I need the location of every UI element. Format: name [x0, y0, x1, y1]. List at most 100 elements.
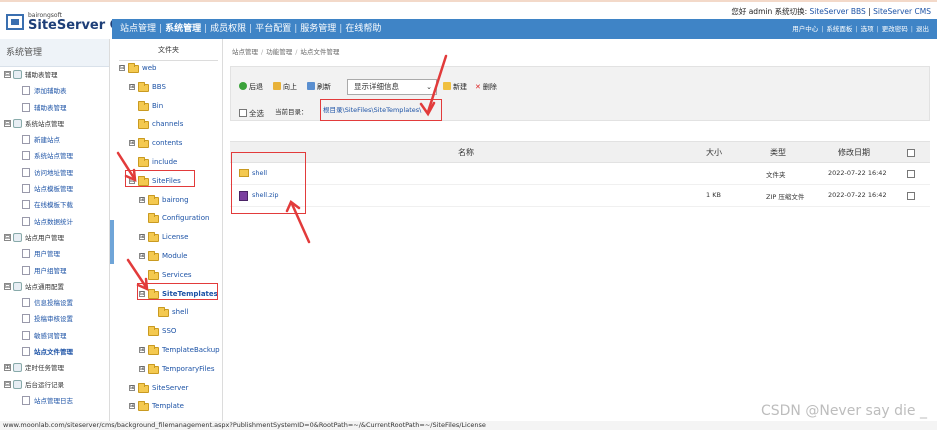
tree-node-label: TemplateBackup [162, 346, 220, 354]
tree-node-label: SSO [162, 327, 177, 336]
table-row[interactable]: shell.zip 1 KB ZIP 压缩文件 2022-07-22 16:42 [230, 185, 930, 207]
expand-toggle-icon[interactable]: ⊞ [129, 384, 135, 391]
menu-item[interactable]: 投稿审核设置 [0, 311, 109, 327]
nav-item[interactable]: 成员权限 [210, 24, 246, 34]
menu-item-label: 用户组管理 [34, 266, 67, 275]
page-icon [22, 216, 30, 226]
menu-group[interactable]: ⊟ 后台运行记录 [0, 377, 109, 393]
tree-node-label: bairong [162, 195, 189, 204]
expand-toggle-icon[interactable]: ⊟ [119, 65, 125, 71]
menu-item[interactable]: 站点文件管理 [0, 344, 109, 360]
menu-item[interactable]: 访问地址管理 [0, 165, 109, 181]
nav-item[interactable]: 在线帮助 [345, 24, 381, 34]
menu-group[interactable]: ⊟ 站点用户管理 [0, 230, 109, 246]
header-checkbox[interactable] [907, 149, 915, 157]
nav-right-link[interactable]: 选项 [861, 25, 874, 33]
nav-right-link[interactable]: 退出 [916, 25, 929, 33]
menu-item-label: 站点用户管理 [25, 233, 64, 242]
switch-cms-link[interactable]: SiteServer CMS [873, 7, 931, 16]
menu-group[interactable]: ⊟ 站点通用配置 [0, 279, 109, 295]
expand-toggle-icon[interactable]: ⊟ [4, 71, 11, 78]
expand-toggle-icon[interactable]: ⊞ [129, 140, 135, 147]
expand-toggle-icon[interactable]: ⊞ [139, 234, 145, 241]
row-checkbox[interactable] [907, 170, 915, 178]
select-all-checkbox[interactable]: 全选 [239, 108, 264, 119]
folder-icon [138, 119, 149, 130]
menu-item-label: 访问地址管理 [34, 168, 73, 177]
menu-item[interactable]: 在线模板下载 [0, 197, 109, 213]
nav-item[interactable]: 站点管理 [120, 24, 156, 34]
up-button[interactable]: 向上 [273, 81, 297, 93]
menu-item[interactable]: 站点管理日志 [0, 393, 109, 409]
menu-item[interactable]: 站点模板管理 [0, 181, 109, 197]
delete-button[interactable]: ✕ 删除 [475, 81, 497, 93]
page-icon [22, 102, 30, 112]
folder-icon [148, 363, 159, 374]
column-name[interactable]: 名称 [458, 147, 474, 158]
column-type[interactable]: 类型 [770, 147, 786, 158]
menu-item[interactable]: 信息投稿设置 [0, 295, 109, 311]
menu-item-label: 系统站点管理 [25, 119, 64, 128]
tree-node-label: TemporaryFiles [162, 364, 215, 373]
nav-item[interactable]: 平台配置 [255, 24, 291, 34]
table-row[interactable]: shell 文件夹 2022-07-22 16:42 [230, 163, 930, 185]
file-list-header: 名称 大小 类型 修改日期 [230, 141, 930, 163]
new-button[interactable]: 新建 [443, 81, 467, 93]
column-size[interactable]: 大小 [706, 147, 722, 158]
nav-right-link[interactable]: 系统面板 [826, 25, 852, 33]
current-dir-path[interactable]: 根目录\SiteFiles\SiteTemplates\ [320, 99, 442, 121]
folder-icon [148, 345, 159, 355]
expand-toggle-icon[interactable]: ⊞ [139, 253, 145, 259]
expand-toggle-icon[interactable]: ⊟ [4, 282, 11, 290]
nav-item[interactable]: 服务管理 [300, 24, 336, 34]
menu-item[interactable]: 站点数据统计 [0, 214, 109, 230]
menu-group[interactable]: ⊟ 系统站点管理 [0, 116, 109, 132]
menu-group[interactable]: ⊟ 辅助表管理 [0, 67, 109, 83]
view-select[interactable]: 显示详细信息 ⌄ [347, 79, 437, 95]
nav-right-link[interactable]: 用户中心 [792, 25, 818, 33]
column-date[interactable]: 修改日期 [838, 147, 870, 158]
module-icon [13, 232, 22, 242]
menu-item-label: 站点文件管理 [34, 348, 73, 357]
menu-item[interactable]: 敏感词管理 [0, 328, 109, 344]
menu-item[interactable]: 添加辅助表 [0, 83, 109, 99]
page-icon [22, 86, 30, 96]
expand-toggle-icon[interactable]: ⊞ [129, 83, 135, 90]
expand-toggle-icon[interactable]: ⊞ [139, 196, 145, 203]
expand-toggle-icon[interactable]: ⊞ [139, 347, 145, 353]
menu-item-label: 站点管理日志 [34, 396, 73, 405]
expand-toggle-icon[interactable]: ⊞ [4, 364, 11, 372]
nav-separator: | [294, 24, 298, 34]
page-icon [22, 395, 30, 405]
refresh-button[interactable]: 刷新 [307, 81, 331, 93]
menu-item[interactable]: 新建站点 [0, 132, 109, 148]
nav-separator: | [339, 24, 343, 34]
expand-toggle-icon[interactable]: ⊟ [4, 233, 11, 241]
menu-item[interactable]: 用户组管理 [0, 263, 109, 279]
expand-toggle-icon[interactable]: ⊞ [129, 403, 135, 410]
folder-tree-title: 文件夹 [119, 39, 218, 61]
expand-toggle-icon[interactable]: ⊞ [139, 365, 145, 372]
nav-right-link[interactable]: 更改密码 [882, 25, 908, 33]
nav-separator: | [204, 24, 208, 34]
back-button[interactable]: 后退 [239, 81, 263, 93]
breadcrumb-item[interactable]: 站点管理 [232, 48, 258, 56]
menu-item[interactable]: 系统站点管理 [0, 148, 109, 164]
up-folder-icon [273, 82, 281, 90]
switch-bbs-link[interactable]: SiteServer BBS [810, 7, 866, 16]
menu-group[interactable]: ⊞ 定时任务管理 [0, 360, 109, 376]
logo[interactable]: bairongsoft SiteServer CMS [6, 10, 142, 36]
panel-splitter-handle[interactable] [110, 220, 114, 264]
expand-toggle-icon[interactable]: ⊟ [4, 380, 11, 388]
breadcrumb-item[interactable]: 功能管理 [266, 48, 292, 56]
nav-item[interactable]: 系统管理 [165, 24, 201, 34]
menu-item[interactable]: 辅助表管理 [0, 100, 109, 116]
row-checkbox[interactable] [907, 192, 915, 200]
up-label: 向上 [283, 83, 297, 91]
folder-icon [158, 307, 169, 318]
expand-toggle-icon[interactable]: ⊟ [4, 119, 11, 127]
switch-separator: | [868, 7, 871, 16]
menu-item[interactable]: 用户管理 [0, 246, 109, 262]
file-type: 文件夹 [766, 171, 786, 179]
folder-icon [138, 382, 149, 393]
